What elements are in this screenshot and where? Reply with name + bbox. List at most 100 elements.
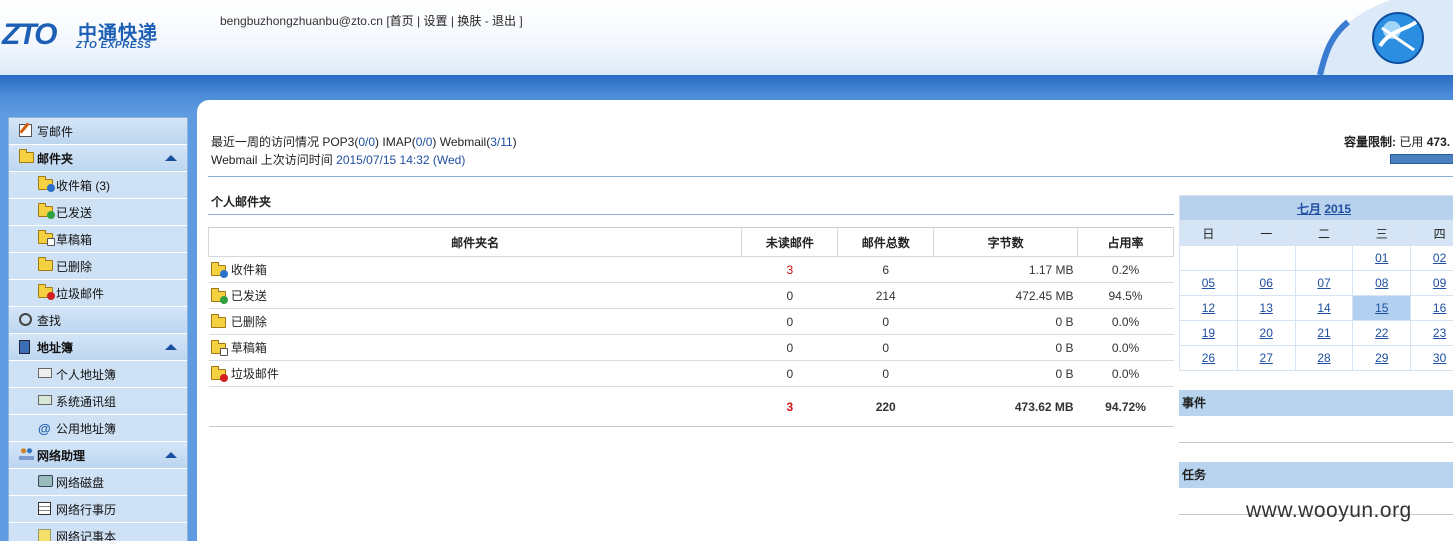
quota-label: 容量限制 [1344,135,1393,149]
calendar-month[interactable]: 七月 [1297,202,1321,216]
sidebar-item-sent[interactable]: 已发送 [9,199,187,226]
calendar-day: 13 [1236,295,1296,321]
calendar-week-row: 19 20 21 22 23 [1179,320,1453,346]
logout-link[interactable]: 退出 [492,14,516,28]
calendar-day-link[interactable]: 06 [1260,276,1273,290]
table-row[interactable]: 收件箱 3 6 1.17 MB 0.2% [208,256,1174,283]
sidebar-item-network-assistant[interactable]: 网络助理 [9,442,187,469]
sidebar-item-label: 网络行事历 [56,502,117,517]
unread-count: 0 [741,334,838,361]
folder-name-cell: 已发送 [208,282,742,309]
sidebar-item-public-addressbook[interactable]: @ 公用地址簿 [9,415,187,442]
calendar-day-link[interactable]: 05 [1202,276,1215,290]
sidebar-item-label: 已删除 [56,259,93,274]
column-header[interactable]: 邮件总数 [837,227,935,257]
calendar-day-link[interactable]: 22 [1375,326,1388,340]
home-link[interactable]: 首页 [390,14,414,28]
sidebar-item-label: 地址簿 [37,340,74,355]
calendar-day-link[interactable]: 27 [1260,351,1273,365]
calendar-day-link[interactable]: 08 [1375,276,1388,290]
quota-colon: : [1392,135,1397,149]
table-row[interactable]: 已删除 0 0 0 B 0.0% [208,308,1174,335]
visit-text: ) [512,135,517,149]
total-count: 0 [837,334,934,361]
bytes-value: 0 B [933,334,1078,361]
calendar-day-link[interactable]: 16 [1433,301,1446,315]
skin-link[interactable]: 换肤 [457,14,481,28]
sidebar-item-addressbook[interactable]: 地址簿 [9,334,187,361]
calendar-day-link[interactable]: 30 [1433,351,1446,365]
sidebar-item-label: 公用地址簿 [56,421,117,436]
calendar-day-link[interactable]: 28 [1317,351,1330,365]
calendar-day-link[interactable]: 29 [1375,351,1388,365]
sidebar-item-label: 查找 [37,313,62,328]
calendar-day-link[interactable]: 21 [1317,326,1330,340]
sidebar-item-label: 收件箱 (3) [56,178,111,193]
total-unread: 3 [741,386,838,427]
watermark-text: www.wooyun.org [1246,499,1412,522]
folder-link-drafts[interactable]: 草稿箱 [231,341,267,355]
logo-en-text: ZTO EXPRESS [76,40,152,51]
calendar-day-link[interactable]: 09 [1433,276,1446,290]
calendar-day-link[interactable]: 13 [1260,301,1273,315]
sidebar-item-network-disk[interactable]: 网络磁盘 [9,469,187,496]
column-header[interactable]: 字节数 [933,227,1079,257]
folder-link-spam[interactable]: 垃圾邮件 [231,367,279,381]
divider [208,176,1453,177]
table-row[interactable]: 草稿箱 0 0 0 B 0.0% [208,334,1174,361]
calendar-day-link[interactable]: 19 [1202,326,1215,340]
calendar-day-link[interactable]: 15 [1375,301,1388,315]
column-header[interactable]: 邮件夹名 [207,227,743,257]
calendar-week-row: 05 06 07 08 09 [1179,270,1453,296]
table-row[interactable]: 垃圾邮件 0 0 0 B 0.0% [208,360,1174,387]
drafts-folder-icon [210,340,228,356]
sidebar-item-spam[interactable]: 垃圾邮件 [9,280,187,307]
calendar-day-link[interactable]: 26 [1202,351,1215,365]
collapse-arrow-icon[interactable] [165,155,177,161]
calendar-day-link[interactable]: 23 [1433,326,1446,340]
settings-link[interactable]: 设置 [424,14,448,28]
calendar-day: 14 [1294,295,1354,321]
weekday-label: 二 [1294,220,1354,246]
zto-logo[interactable]: ZTO 中通快递 ZTO EXPRESS [0,14,170,58]
total-count: 0 [837,360,934,387]
sidebar-item-label: 网络记事本 [56,529,117,541]
deleted-folder-icon [210,314,226,328]
folder-link-deleted[interactable]: 已删除 [231,315,267,329]
folder-link-inbox[interactable]: 收件箱 [231,263,267,277]
sidebar-item-system-groups[interactable]: 系统通讯组 [9,388,187,415]
calendar-day-link[interactable]: 12 [1202,301,1215,315]
sidebar-item-personal-addressbook[interactable]: 个人地址簿 [9,361,187,388]
sidebar-item-network-calendar[interactable]: 网络行事历 [9,496,187,523]
collapse-arrow-icon[interactable] [165,452,177,458]
sidebar-item-inbox[interactable]: 收件箱 (3) [9,172,187,199]
pop3-count: 0/0 [358,135,376,149]
calendar-day-link[interactable]: 02 [1433,251,1446,265]
collapse-arrow-icon[interactable] [165,344,177,350]
calendar-day-link[interactable]: 01 [1375,251,1388,265]
calendar-day-link[interactable]: 14 [1317,301,1330,315]
sidebar-item-compose[interactable]: 写邮件 [9,118,187,145]
sidebar-item-label: 个人地址簿 [56,367,117,382]
folder-link-sent[interactable]: 已发送 [231,289,267,303]
calendar-year[interactable]: 2015 [1324,202,1351,216]
events-header: 事件 [1179,390,1453,416]
folder-name-cell: 垃圾邮件 [208,360,742,387]
calendar-day-link[interactable]: 07 [1317,276,1330,290]
divider [208,214,1174,215]
column-header[interactable]: 未读邮件 [741,227,839,257]
sidebar-item-folders[interactable]: 邮件夹 [9,145,187,172]
calendar-day: 16 [1410,295,1453,321]
sidebar-item-drafts[interactable]: 草稿箱 [9,226,187,253]
calendar-day: 21 [1294,320,1354,346]
calendar-day-link[interactable]: 20 [1260,326,1273,340]
visit-line-2: Webmail 上次访问时间 2015/07/15 14:32 (Wed) [211,151,517,169]
column-header[interactable]: 占用率 [1077,227,1174,257]
sidebar-item-search[interactable]: 查找 [9,307,187,334]
table-row[interactable]: 已发送 0 214 472.45 MB 94.5% [208,282,1174,309]
calendar-day: 28 [1294,345,1354,371]
sidebar-item-network-notepad[interactable]: 网络记事本 [9,523,187,541]
sidebar-item-label: 写邮件 [37,124,74,139]
sidebar-item-deleted[interactable]: 已删除 [9,253,187,280]
weekday-label: 一 [1236,220,1296,246]
